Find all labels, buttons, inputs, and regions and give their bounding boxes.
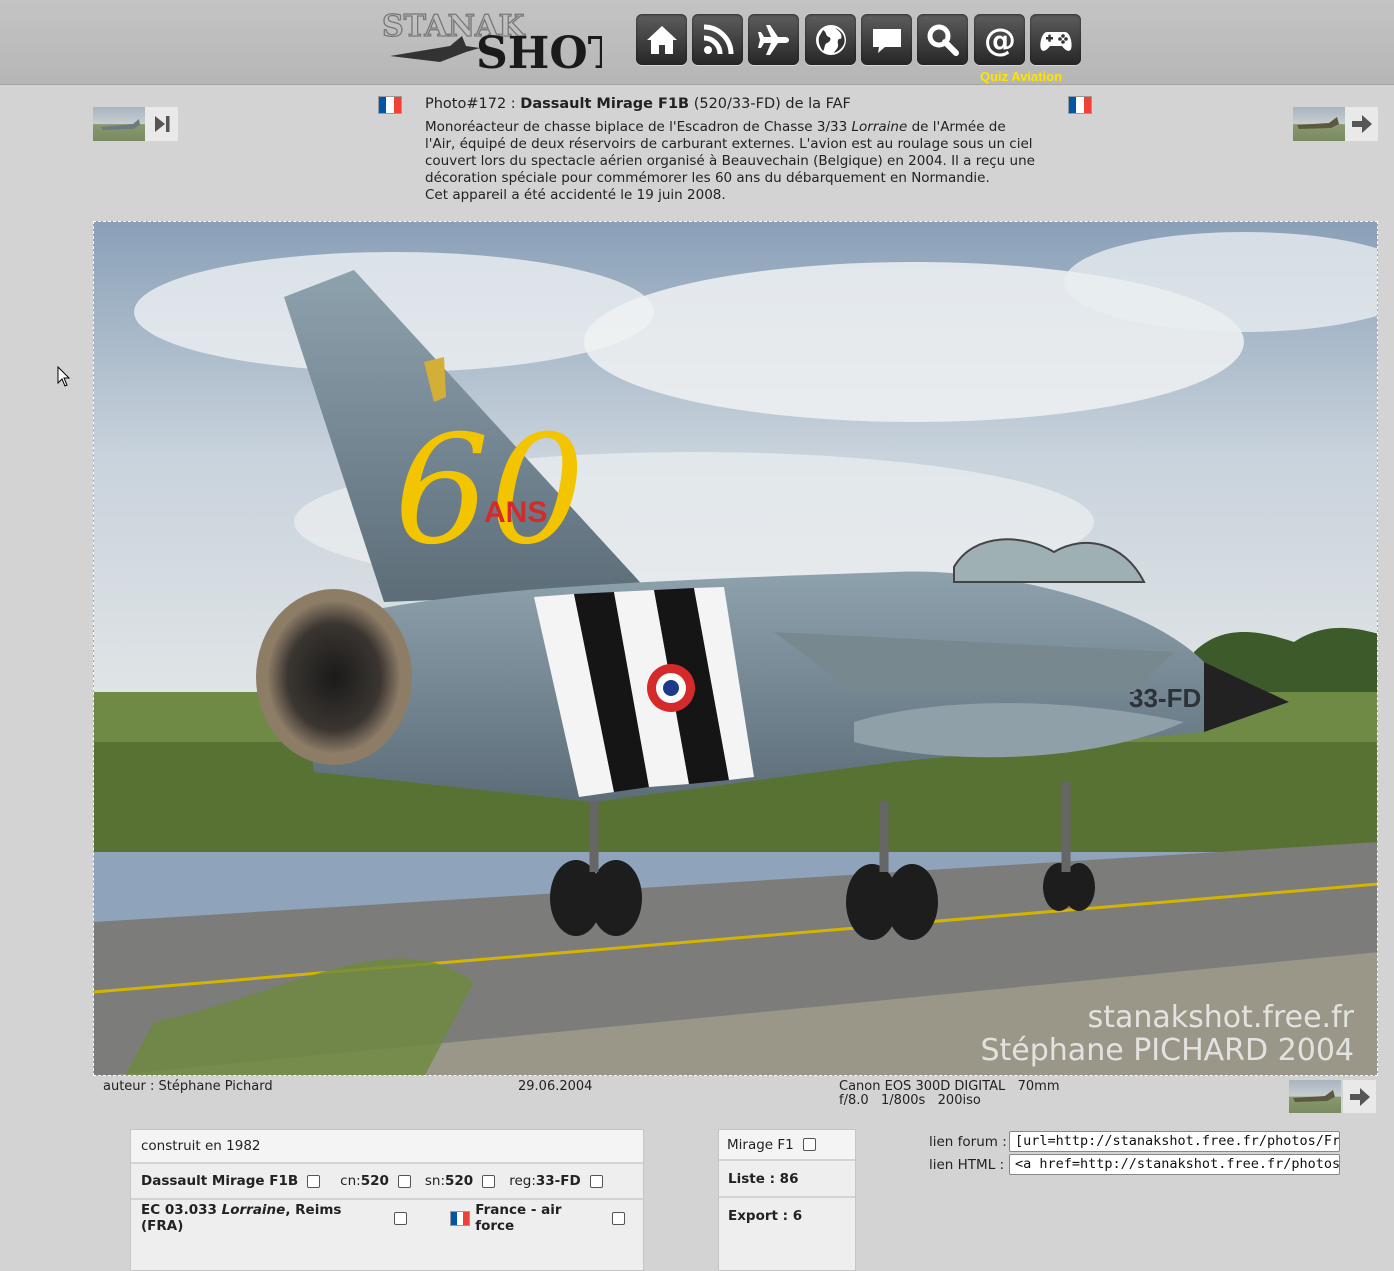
search-button[interactable]	[917, 14, 968, 65]
type-family: Mirage F1	[727, 1136, 794, 1153]
watermark-site: stanakshot.free.fr	[1088, 1000, 1355, 1035]
accident-note: Cet appareil a été accidenté le 19 juin …	[425, 187, 726, 203]
forum-button[interactable]	[861, 14, 912, 65]
forum-link-label: lien forum :	[929, 1134, 1007, 1150]
gamepad-icon	[1039, 31, 1072, 51]
unit-filter-checkbox[interactable]	[393, 1211, 407, 1225]
sn-label: sn:	[424, 1173, 446, 1189]
at-icon: @	[984, 22, 1016, 58]
watermark-author: Stéphane PICHARD 2004	[980, 1033, 1354, 1068]
rss-button[interactable]	[692, 14, 743, 65]
aircraft-details-panel: construit en 1982 Dassault Mirage F1B cn…	[130, 1129, 644, 1271]
globe-icon	[815, 24, 846, 55]
world-button[interactable]	[805, 14, 856, 65]
logo-text-bottom: SHOT	[476, 28, 602, 74]
family-filter-checkbox[interactable]	[802, 1138, 816, 1151]
comment-icon	[872, 28, 901, 53]
games-button[interactable]	[1030, 14, 1081, 65]
reg-value: 33-FD	[535, 1173, 581, 1189]
photo-author: auteur : Stéphane Pichard	[103, 1079, 273, 1094]
operator-row: EC 03.033 Lorraine, Reims (FRA) France -…	[131, 1198, 643, 1236]
liste-row[interactable]: Liste : 86	[719, 1159, 855, 1196]
quiz-aviation-link[interactable]: Quiz Aviation	[980, 69, 1062, 84]
nose-code-marking: 33-FD	[1129, 683, 1201, 713]
identity-row: Dassault Mirage F1B cn: 520 sn: 520 reg:…	[131, 1162, 643, 1198]
cn-value: 520	[360, 1173, 389, 1189]
reg-filter-checkbox[interactable]	[589, 1174, 603, 1188]
export-row[interactable]: Export : 6	[719, 1196, 855, 1233]
camera-exposure: f/8.0 1/800s 200iso	[839, 1093, 981, 1108]
photo-number: Photo#172 :	[425, 96, 521, 112]
home-button[interactable]	[636, 14, 687, 65]
unit-nickname: Lorraine	[221, 1202, 286, 1218]
type-filter-checkbox[interactable]	[307, 1174, 321, 1188]
photo-description: Monoréacteur de chasse biplace de l'Esca…	[425, 119, 1035, 204]
reg-label: reg:	[509, 1173, 536, 1189]
rss-icon	[703, 24, 733, 54]
built-year: construit en 1982	[141, 1138, 261, 1154]
cn-label: cn:	[340, 1173, 361, 1189]
france-flag-icon	[1069, 97, 1091, 113]
photo-title: Photo#172 : Dassault Mirage F1B (520/33-…	[425, 96, 851, 112]
html-link-label: lien HTML :	[929, 1157, 1005, 1173]
france-flag-icon	[379, 97, 401, 113]
aircraft-name: Dassault Mirage F1B	[520, 96, 690, 112]
registration-owner: (520/33-FD) de la FAF	[689, 96, 851, 112]
next-photo-button[interactable]	[1345, 107, 1378, 141]
france-flag-icon	[450, 1211, 470, 1225]
mouse-cursor-icon	[57, 366, 71, 387]
type-list-panel: Mirage F1 Liste : 86 Export : 6	[718, 1129, 856, 1271]
html-link-field[interactable]: <a href=http://stanakshot.free.fr/photos…	[1009, 1154, 1340, 1175]
unit-code: EC 03.033	[141, 1202, 222, 1218]
search-icon	[927, 24, 959, 56]
aircraft-type: Dassault Mirage F1B	[141, 1173, 299, 1189]
built-row: construit en 1982	[131, 1130, 643, 1162]
country-operator: France - air force	[475, 1202, 562, 1234]
last-photo-button[interactable]	[145, 107, 178, 141]
sn-value: 520	[445, 1173, 474, 1189]
arrow-right-icon	[1349, 1087, 1370, 1106]
photo-date: 29.06.2004	[518, 1079, 593, 1094]
contact-button[interactable]: @	[974, 14, 1025, 65]
cn-filter-checkbox[interactable]	[397, 1174, 411, 1188]
next-photo-button-bottom[interactable]	[1343, 1080, 1376, 1113]
airplane-icon	[757, 24, 789, 55]
next-photo-thumbnail[interactable]	[1293, 107, 1345, 141]
liste-count[interactable]: Liste : 86	[728, 1171, 798, 1187]
next-photo-thumbnail-bottom[interactable]	[1289, 1080, 1341, 1113]
sn-filter-checkbox[interactable]	[482, 1174, 496, 1188]
main-photo[interactable]: 60 ANS 33-FD stanakshot.free.fr Stéphane…	[93, 221, 1378, 1076]
unit-name: EC 03.033 Lorraine, Reims (FRA)	[141, 1202, 385, 1234]
arrow-right-icon	[1351, 115, 1372, 133]
tail-60-marking: 60	[394, 404, 585, 578]
svg-text:@: @	[984, 22, 1016, 58]
country-filter-checkbox[interactable]	[612, 1211, 625, 1225]
forum-link-field[interactable]: [url=http://stanakshot.free.fr/photos/Fr…	[1009, 1131, 1340, 1152]
skip-end-icon	[154, 116, 169, 132]
aircraft-button[interactable]	[748, 14, 799, 65]
tail-ans-marking: ANS	[484, 496, 547, 529]
camera-info: Canon EOS 300D DIGITAL 70mm f/8.0 1/800s …	[839, 1080, 1059, 1108]
home-icon	[646, 25, 677, 54]
export-count[interactable]: Export : 6	[728, 1208, 802, 1224]
site-logo[interactable]: STANAK SHOT	[380, 6, 602, 74]
description-text: Monoréacteur de chasse biplace de l'Esca…	[425, 119, 852, 135]
type-row: Mirage F1	[719, 1130, 855, 1159]
previous-photo-thumbnail[interactable]	[93, 107, 145, 141]
description-squadron-name: Lorraine	[851, 119, 908, 135]
camera-model: Canon EOS 300D DIGITAL 70mm	[839, 1079, 1060, 1094]
site-header: STANAK SHOT @ Quiz Aviation	[0, 0, 1394, 85]
